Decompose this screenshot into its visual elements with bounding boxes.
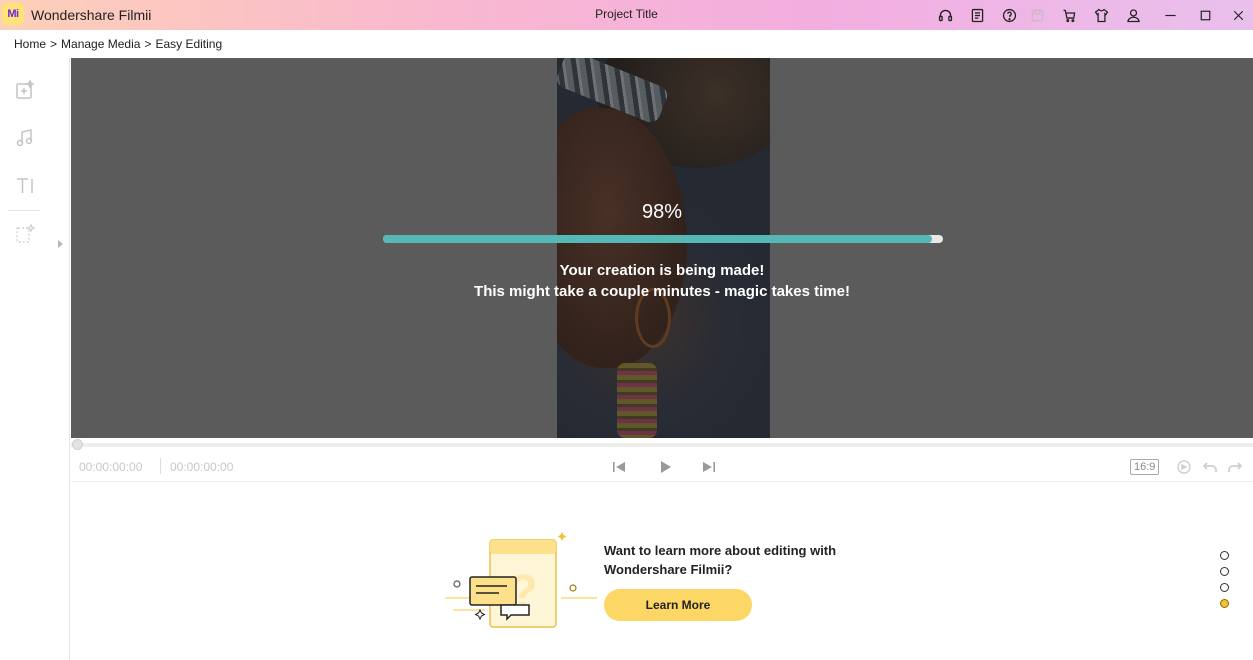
progress-percent: 98% — [641, 201, 683, 223]
learn-more-text: Want to learn more about editing with Wo… — [604, 543, 837, 577]
carousel-dot[interactable] — [1220, 551, 1229, 560]
close-icon[interactable] — [1228, 5, 1248, 25]
minimize-icon[interactable] — [1160, 5, 1180, 25]
breadcrumb-easy-editing: Easy Editing — [155, 37, 223, 51]
redo-icon[interactable] — [1226, 458, 1244, 476]
breadcrumb-separator: > — [144, 37, 152, 51]
title-bar: Mi Wondershare Filmii Project Title — [0, 0, 1253, 30]
rotate-icon[interactable] — [1175, 458, 1193, 476]
current-timecode: 00:00:00:00 — [79, 460, 143, 474]
save-icon[interactable] — [1027, 5, 1047, 25]
sidebar-divider — [8, 210, 40, 211]
app-name: Wondershare Filmii — [31, 7, 152, 23]
render-overlay — [71, 58, 1253, 438]
learn-more-illustration-icon: ? — [445, 530, 600, 635]
carousel-dot[interactable] — [1220, 599, 1229, 608]
app-logo: Mi — [2, 3, 24, 25]
breadcrumb-home[interactable]: Home — [14, 37, 46, 51]
music-icon[interactable] — [13, 126, 37, 150]
breadcrumb-separator: > — [50, 37, 58, 51]
left-sidebar — [0, 58, 70, 660]
breadcrumb: Home > Manage Media > Easy Editing — [14, 37, 222, 51]
breadcrumb-manage-media[interactable]: Manage Media — [61, 37, 140, 51]
headset-icon[interactable] — [935, 5, 955, 25]
maximize-icon[interactable] — [1195, 5, 1215, 25]
wait-message: This might take a couple minutes - magic… — [474, 283, 850, 300]
aspect-ratio-button[interactable]: 16:9 — [1130, 459, 1160, 475]
shirt-icon[interactable] — [1091, 5, 1111, 25]
notes-icon[interactable] — [967, 5, 987, 25]
scrubber-handle[interactable] — [72, 439, 83, 450]
total-timecode: 00:00:00:00 — [170, 460, 234, 474]
playback-controls: 00:00:00:00 00:00:00:00 16:9 — [71, 452, 1253, 482]
sticker-icon[interactable] — [13, 222, 37, 246]
previous-frame-icon[interactable] — [610, 458, 628, 476]
sidebar-expand-arrow-icon[interactable] — [58, 240, 63, 248]
progress-bar — [383, 235, 943, 243]
user-icon[interactable] — [1123, 5, 1143, 25]
text-icon[interactable] — [13, 174, 37, 198]
timeline-scrubber[interactable] — [71, 439, 1253, 450]
carousel-dot[interactable] — [1220, 583, 1229, 592]
timecode-separator — [160, 458, 161, 474]
cart-icon[interactable] — [1059, 5, 1079, 25]
video-preview: 98% Your creation is being made! This mi… — [71, 58, 1253, 438]
next-frame-icon[interactable] — [700, 458, 718, 476]
play-icon[interactable] — [656, 458, 674, 476]
progress-fill — [383, 235, 932, 243]
creation-message: Your creation is being made! — [559, 262, 765, 279]
add-media-icon[interactable] — [13, 78, 37, 102]
carousel-dot[interactable] — [1220, 567, 1229, 576]
help-icon[interactable] — [999, 5, 1019, 25]
undo-icon[interactable] — [1201, 458, 1219, 476]
learn-more-button[interactable]: Learn More — [604, 589, 752, 621]
